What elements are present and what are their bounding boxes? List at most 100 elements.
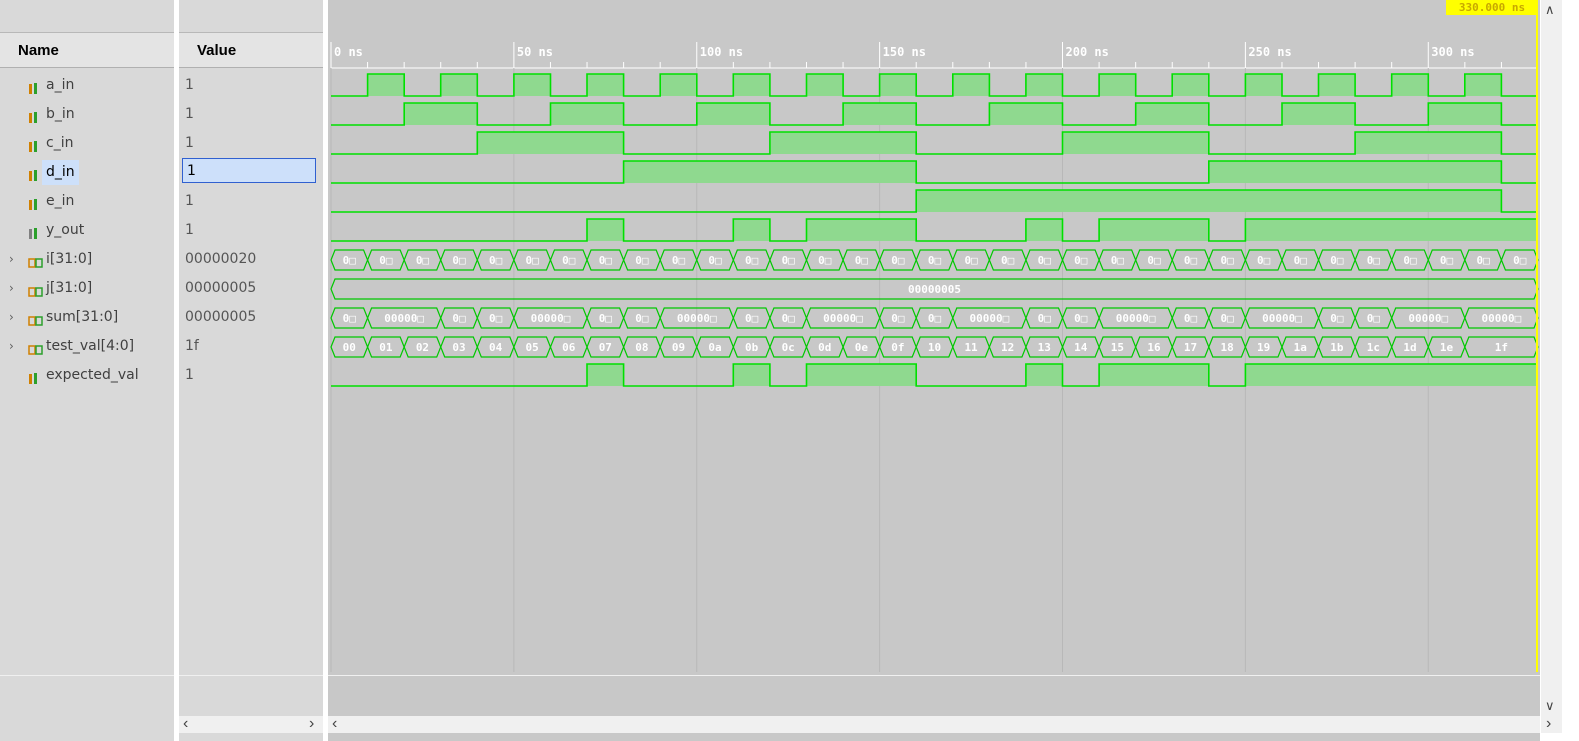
y-out-wave-high-region: [587, 219, 624, 241]
signal-value-text: 1: [185, 193, 194, 209]
b-in-wave-high-region: [1428, 103, 1502, 125]
waveform-canvas[interactable]: 0 ns 50 ns 100 ns 150 ns 200 ns 250 ns 300 ns 0…: [328, 0, 1540, 672]
test-val-bus-label: 04: [489, 341, 503, 354]
signal-value: 1: [185, 129, 194, 158]
chevron-right-icon[interactable]: ›: [9, 245, 14, 274]
i-bus-label: 0□: [526, 254, 540, 267]
i-bus-label: 0□: [782, 254, 796, 267]
c-in-wave-high-region: [1062, 132, 1209, 154]
test-val-bus-label: 0c: [782, 341, 795, 354]
signal-bus-icon: [28, 339, 43, 355]
cursor-time-label[interactable]: 330.000 ns: [1446, 0, 1538, 15]
value-pane-footer: [179, 675, 323, 716]
chevron-left-icon[interactable]: ‹: [183, 715, 188, 733]
signal-row[interactable]: y_out: [0, 216, 174, 245]
sum-bus-label: 0□: [1038, 312, 1052, 325]
b-in-wave-high-region: [404, 103, 478, 125]
signal-row[interactable]: a_in: [0, 71, 174, 100]
signal-name-label: e_in: [46, 193, 75, 209]
b-in-wave-high-region: [696, 103, 770, 125]
i-bus-label: 0□: [1074, 254, 1088, 267]
signal-row[interactable]: › sum[31:0]: [0, 303, 174, 332]
test-val-bus-label: 15: [1111, 341, 1124, 354]
signal-value-text: 1: [185, 135, 194, 151]
chevron-right-icon[interactable]: ›: [9, 303, 14, 332]
signal-row[interactable]: e_in: [0, 187, 174, 216]
name-column-header[interactable]: Name: [0, 32, 174, 68]
i-bus-label: 0□: [416, 254, 430, 267]
signal-value-editor[interactable]: 1: [182, 158, 316, 183]
sum-bus-label: 00000□: [677, 312, 717, 325]
a-in-wave-high-region: [660, 74, 697, 96]
signal-bus-icon: [28, 281, 43, 297]
i-bus-label: 0□: [379, 254, 393, 267]
test-val-bus-label: 00: [343, 341, 356, 354]
expected-val-wave-high-region: [733, 364, 770, 386]
signal-row[interactable]: d_in: [0, 158, 174, 187]
test-val-bus-label: 10: [928, 341, 941, 354]
test-val-bus-label: 07: [599, 341, 612, 354]
signal-value-text: 1: [185, 106, 194, 122]
signal-row[interactable]: › j[31:0]: [0, 274, 174, 303]
signal-name-label: expected_val: [46, 367, 139, 383]
i-bus-label: 0□: [708, 254, 722, 267]
waveform-vscrollbar[interactable]: ∧ ∨: [1541, 0, 1562, 716]
i-bus-label: 0□: [928, 254, 942, 267]
i-bus-label: 0□: [1330, 254, 1344, 267]
signal-value: 1f: [185, 332, 199, 361]
signal-value: 1: [185, 216, 194, 245]
signal-row[interactable]: expected_val: [0, 361, 174, 390]
signal-row[interactable]: › i[31:0]: [0, 245, 174, 274]
chevron-right-icon[interactable]: ›: [9, 274, 14, 303]
signal-name-label: a_in: [46, 77, 75, 93]
i-bus-label: 0□: [1184, 254, 1198, 267]
test-val-bus-label: 13: [1038, 341, 1051, 354]
signal-row[interactable]: c_in: [0, 129, 174, 158]
chevron-down-icon[interactable]: ∨: [1545, 698, 1555, 714]
signal-value-pane: Value 1 1 1 1 1 1 00000020 00000005 00000005 1f 1 …: [179, 0, 323, 741]
test-val-bus-label: 08: [635, 341, 648, 354]
i-bus-label: 0□: [1294, 254, 1308, 267]
test-val-bus-label: 11: [964, 341, 978, 354]
b-in-wave-high-region: [1281, 103, 1356, 125]
signal-name-label: y_out: [46, 222, 85, 238]
signal-value-text: 1: [185, 77, 194, 93]
signal-value-text: 00000005: [185, 309, 257, 325]
signal-value-text: 1f: [185, 338, 199, 354]
time-tick-label: 150 ns: [883, 45, 926, 59]
chevron-left-icon[interactable]: ‹: [332, 715, 337, 733]
i-bus-label: 0□: [1477, 254, 1491, 267]
signal-name-label: d_in: [42, 160, 79, 185]
chevron-right-icon[interactable]: ›: [1546, 715, 1551, 733]
signal-name-label: j[31:0]: [46, 280, 93, 296]
i-bus-label: 0□: [818, 254, 832, 267]
waveform-hscrollbar[interactable]: ‹: [328, 715, 1540, 733]
sum-bus-label: 0□: [452, 312, 466, 325]
signal-bus-icon: [28, 252, 43, 268]
chevron-up-icon[interactable]: ∧: [1545, 2, 1555, 18]
name-pane-footer: [0, 675, 174, 716]
signal-row[interactable]: b_in: [0, 100, 174, 129]
signal-name-label: b_in: [46, 106, 75, 122]
value-pane-hscrollbar[interactable]: ‹ ›: [179, 715, 323, 733]
a-in-wave-high-region: [1099, 74, 1136, 96]
test-val-bus-label: 1a: [1294, 341, 1307, 354]
test-val-bus-label: 12: [1001, 341, 1014, 354]
test-val-bus-label: 16: [1147, 341, 1161, 354]
expected-val-wave-high-region: [1245, 364, 1538, 386]
value-column-header[interactable]: Value: [179, 32, 323, 68]
time-tick-label: 0 ns: [334, 45, 363, 59]
signal-name-label: test_val[4:0]: [46, 338, 135, 354]
signal-row[interactable]: › test_val[4:0]: [0, 332, 174, 361]
chevron-right-icon[interactable]: ›: [309, 715, 314, 733]
y-out-wave-high-region: [1245, 219, 1538, 241]
signal-bus-icon: [28, 310, 43, 326]
chevron-right-icon[interactable]: ›: [9, 332, 14, 361]
scrollbar-corner: ›: [1541, 715, 1562, 733]
signal-name-label: sum[31:0]: [46, 309, 119, 325]
signal-bit-icon: [28, 368, 41, 384]
signal-value: 00000020: [185, 245, 256, 274]
i-bus-label: 0□: [1257, 254, 1271, 267]
test-val-bus-label: 03: [452, 341, 465, 354]
i-bus-label: 0□: [599, 254, 613, 267]
